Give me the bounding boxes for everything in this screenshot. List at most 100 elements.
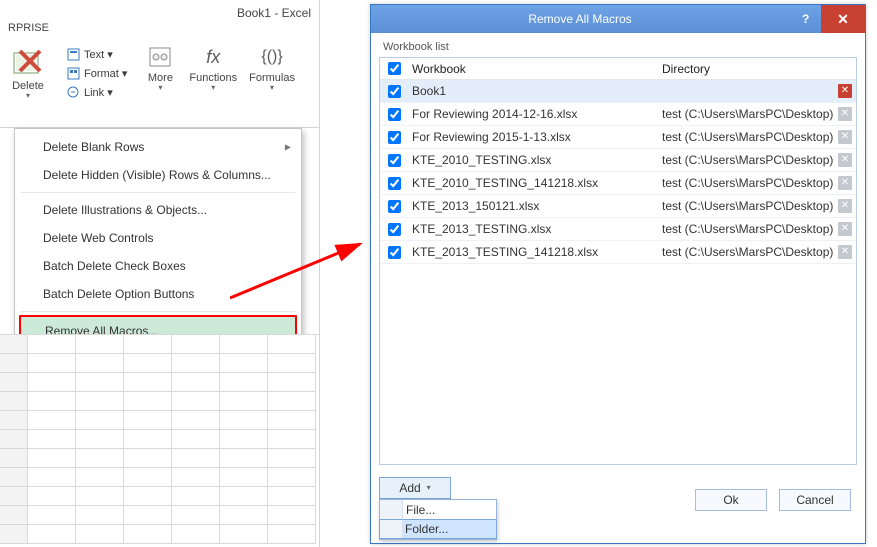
remove-row-button[interactable]: ✕ [838, 245, 852, 259]
more-button[interactable]: More ▾ [143, 44, 177, 92]
cell[interactable] [268, 487, 316, 506]
row-checkbox[interactable] [388, 85, 401, 98]
cell[interactable] [124, 449, 172, 468]
cell[interactable] [76, 373, 124, 392]
table-row[interactable]: KTE_2010_TESTING_141218.xlsxtest (C:\Use… [380, 172, 856, 195]
cell[interactable] [268, 468, 316, 487]
cell[interactable] [28, 468, 76, 487]
cell[interactable] [172, 468, 220, 487]
cell[interactable] [0, 468, 28, 487]
cell[interactable] [268, 335, 316, 354]
cell[interactable] [28, 392, 76, 411]
cell[interactable] [0, 392, 28, 411]
menu-batch-checkboxes[interactable]: Batch Delete Check Boxes [15, 252, 301, 280]
add-menu-folder[interactable]: Folder... [379, 519, 497, 539]
remove-row-button[interactable]: ✕ [838, 130, 852, 144]
cell[interactable] [220, 487, 268, 506]
cell[interactable] [220, 335, 268, 354]
cell[interactable] [124, 525, 172, 544]
cell[interactable] [0, 506, 28, 525]
cell[interactable] [124, 335, 172, 354]
cell[interactable] [0, 430, 28, 449]
cell[interactable] [172, 506, 220, 525]
cell[interactable] [220, 411, 268, 430]
cell[interactable] [268, 392, 316, 411]
cell[interactable] [268, 373, 316, 392]
cell[interactable] [124, 354, 172, 373]
col-directory[interactable]: Directory [658, 62, 834, 76]
cell[interactable] [172, 525, 220, 544]
cell[interactable] [268, 354, 316, 373]
ribbon-tab[interactable]: RPRISE [0, 20, 319, 40]
table-row[interactable]: For Reviewing 2014-12-16.xlsxtest (C:\Us… [380, 103, 856, 126]
functions-button[interactable]: fx Functions ▾ [189, 44, 237, 92]
delete-split-button[interactable]: Delete ▾ [6, 44, 50, 102]
cell[interactable] [124, 506, 172, 525]
cell[interactable] [172, 487, 220, 506]
row-checkbox[interactable] [388, 131, 401, 144]
cell[interactable] [220, 506, 268, 525]
cell[interactable] [28, 354, 76, 373]
cell[interactable] [124, 487, 172, 506]
dialog-titlebar[interactable]: Remove All Macros ? ✕ [371, 5, 865, 33]
remove-row-button[interactable]: ✕ [838, 84, 852, 98]
remove-row-button[interactable]: ✕ [838, 176, 852, 190]
select-all-checkbox[interactable] [388, 62, 401, 75]
cell[interactable] [220, 449, 268, 468]
cell[interactable] [76, 449, 124, 468]
menu-delete-blank-rows[interactable]: Delete Blank Rows [15, 133, 301, 161]
cell[interactable] [172, 430, 220, 449]
cell[interactable] [268, 449, 316, 468]
table-row[interactable]: For Reviewing 2015-1-13.xlsxtest (C:\Use… [380, 126, 856, 149]
table-row[interactable]: Book1✕ [380, 80, 856, 103]
cell[interactable] [76, 487, 124, 506]
remove-row-button[interactable]: ✕ [838, 199, 852, 213]
cell[interactable] [0, 354, 28, 373]
cell[interactable] [172, 354, 220, 373]
remove-row-button[interactable]: ✕ [838, 222, 852, 236]
cell[interactable] [28, 449, 76, 468]
cell[interactable] [220, 354, 268, 373]
cell[interactable] [28, 430, 76, 449]
cell[interactable] [124, 468, 172, 487]
row-checkbox[interactable] [388, 223, 401, 236]
row-checkbox[interactable] [388, 108, 401, 121]
remove-row-button[interactable]: ✕ [838, 153, 852, 167]
cell[interactable] [76, 468, 124, 487]
cell[interactable] [172, 449, 220, 468]
add-button[interactable]: Add▾ [379, 477, 451, 499]
cell[interactable] [76, 411, 124, 430]
table-row[interactable]: KTE_2013_TESTING.xlsxtest (C:\Users\Mars… [380, 218, 856, 241]
table-row[interactable]: KTE_2013_TESTING_141218.xlsxtest (C:\Use… [380, 241, 856, 264]
cell[interactable] [124, 430, 172, 449]
cell[interactable] [0, 525, 28, 544]
formulas-button[interactable]: {()} Formulas ▾ [249, 44, 295, 92]
cell[interactable] [0, 335, 28, 354]
cell[interactable] [0, 449, 28, 468]
table-row[interactable]: KTE_2013_150121.xlsxtest (C:\Users\MarsP… [380, 195, 856, 218]
cell[interactable] [220, 373, 268, 392]
cell[interactable] [0, 487, 28, 506]
cell[interactable] [268, 506, 316, 525]
link-button[interactable]: Link ▾ [62, 84, 131, 100]
row-checkbox[interactable] [388, 177, 401, 190]
row-checkbox[interactable] [388, 154, 401, 167]
cell[interactable] [268, 525, 316, 544]
cell[interactable] [220, 525, 268, 544]
menu-delete-web[interactable]: Delete Web Controls [15, 224, 301, 252]
cell[interactable] [220, 430, 268, 449]
menu-delete-hidden[interactable]: Delete Hidden (Visible) Rows & Columns..… [15, 161, 301, 189]
cell[interactable] [268, 411, 316, 430]
cell[interactable] [28, 373, 76, 392]
format-button[interactable]: Format ▾ [62, 65, 131, 81]
cell[interactable] [76, 525, 124, 544]
cancel-button[interactable]: Cancel [779, 489, 851, 511]
cell[interactable] [28, 335, 76, 354]
row-checkbox[interactable] [388, 246, 401, 259]
table-row[interactable]: KTE_2010_TESTING.xlsxtest (C:\Users\Mars… [380, 149, 856, 172]
cell[interactable] [76, 335, 124, 354]
close-button[interactable]: ✕ [821, 5, 865, 33]
cell[interactable] [76, 506, 124, 525]
remove-row-button[interactable]: ✕ [838, 107, 852, 121]
cell[interactable] [76, 354, 124, 373]
